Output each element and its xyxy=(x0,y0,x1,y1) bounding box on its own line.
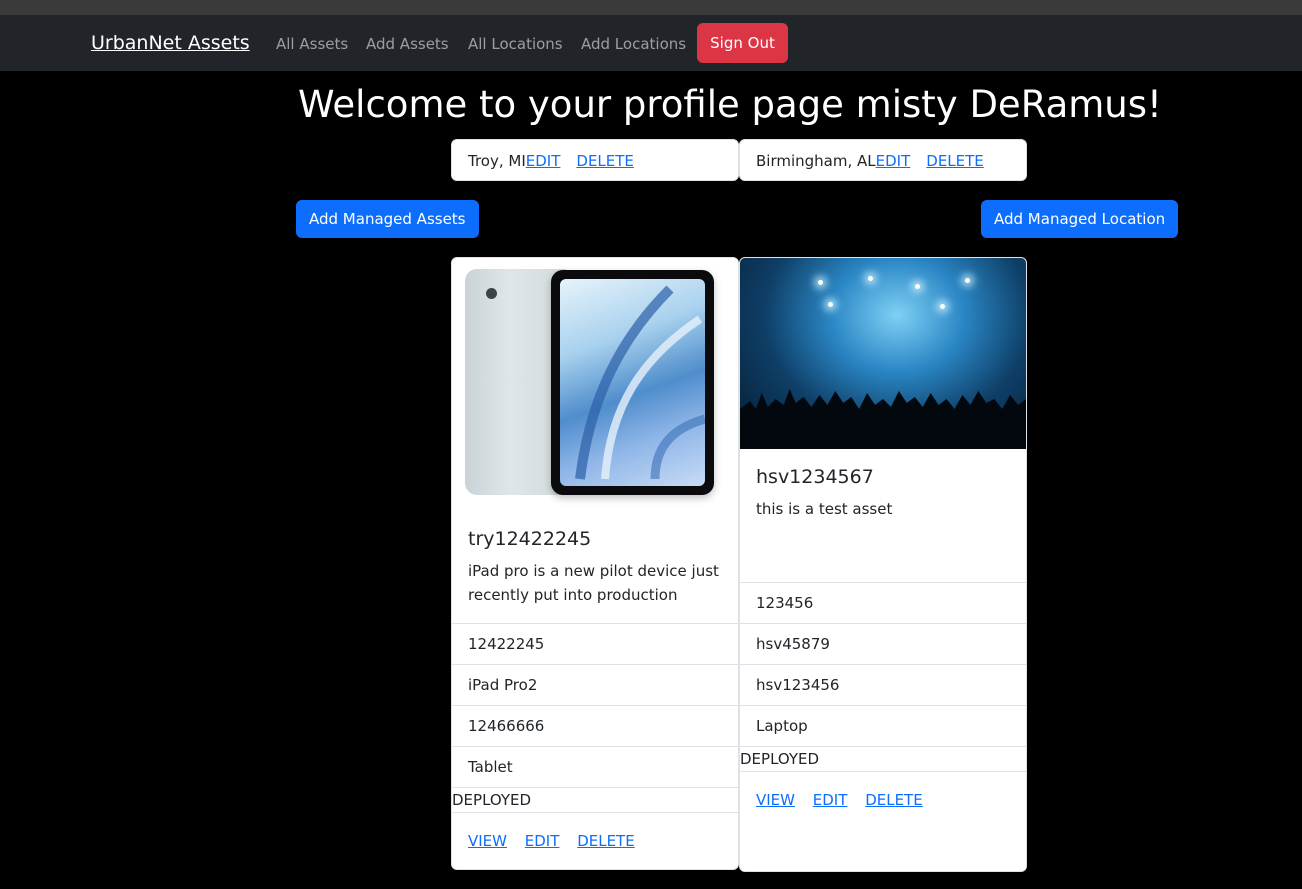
ipad-screen-shape xyxy=(560,279,705,486)
card-body: hsv1234567 this is a test asset xyxy=(740,449,1026,582)
ipad-camera-shape xyxy=(486,288,497,299)
ipad-wallpaper xyxy=(575,285,705,480)
brand-link[interactable]: UrbanNet Assets xyxy=(91,31,250,55)
asset-status: DEPLOYED xyxy=(452,787,738,812)
ipad-front-shape xyxy=(551,270,714,495)
asset-title: try12422245 xyxy=(468,528,592,550)
asset-card: try12422245 iPad pro is a new pilot devi… xyxy=(451,257,739,870)
add-managed-assets-button[interactable]: Add Managed Assets xyxy=(296,200,479,238)
delete-link[interactable]: DELETE xyxy=(865,791,923,809)
stage-light xyxy=(868,276,873,281)
add-managed-location-button[interactable]: Add Managed Location xyxy=(981,200,1179,238)
location-edit-link[interactable]: EDIT xyxy=(876,152,911,170)
navbar: UrbanNet Assets All Assets Add Assets Al… xyxy=(0,15,1302,71)
asset-field: Tablet xyxy=(452,746,738,787)
asset-field: 12422245 xyxy=(452,623,738,664)
asset-field: 12466666 xyxy=(452,705,738,746)
page-title: Welcome to your profile page misty DeRam… xyxy=(298,83,1162,126)
browser-top-strip xyxy=(0,0,1302,15)
stage-light xyxy=(828,302,833,307)
delete-link[interactable]: DELETE xyxy=(577,832,635,850)
asset-field: hsv45879 xyxy=(740,623,1026,664)
nav-all-assets[interactable]: All Assets xyxy=(276,34,348,54)
location-delete-link[interactable]: DELETE xyxy=(926,152,984,170)
location-card: Troy, MIEDIT DELETE xyxy=(451,139,739,181)
stage-light xyxy=(940,304,945,309)
stage-light xyxy=(915,284,920,289)
sign-out-button[interactable]: Sign Out xyxy=(697,23,788,63)
asset-description: iPad pro is a new pilot device just rece… xyxy=(468,562,719,604)
stage-light xyxy=(818,280,823,285)
concert-image xyxy=(740,258,1026,449)
edit-link[interactable]: EDIT xyxy=(525,832,560,850)
asset-description: this is a test asset xyxy=(756,500,893,518)
view-link[interactable]: VIEW xyxy=(468,832,507,850)
location-card: Birmingham, ALEDIT DELETE xyxy=(739,139,1027,181)
location-edit-link[interactable]: EDIT xyxy=(526,152,561,170)
asset-field: Laptop xyxy=(740,705,1026,746)
ipad-image xyxy=(452,258,738,511)
location-name: Troy, MI xyxy=(468,152,526,170)
asset-title: hsv1234567 xyxy=(756,466,874,488)
asset-field: hsv123456 xyxy=(740,664,1026,705)
nav-all-locations[interactable]: All Locations xyxy=(468,34,563,54)
card-actions: VIEW EDIT DELETE xyxy=(740,771,1026,871)
location-name: Birmingham, AL xyxy=(756,152,876,170)
edit-link[interactable]: EDIT xyxy=(813,791,848,809)
stage-light xyxy=(965,278,970,283)
asset-status: DEPLOYED xyxy=(740,746,1026,771)
asset-field: iPad Pro2 xyxy=(452,664,738,705)
crowd-silhouette xyxy=(740,389,1026,449)
location-delete-link[interactable]: DELETE xyxy=(576,152,634,170)
nav-add-locations[interactable]: Add Locations xyxy=(581,34,686,54)
card-body: try12422245 iPad pro is a new pilot devi… xyxy=(452,511,738,623)
asset-field: 123456 xyxy=(740,582,1026,623)
card-actions: VIEW EDIT DELETE xyxy=(452,812,738,869)
asset-card: hsv1234567 this is a test asset 123456 h… xyxy=(739,257,1027,872)
nav-add-assets[interactable]: Add Assets xyxy=(366,34,449,54)
view-link[interactable]: VIEW xyxy=(756,791,795,809)
